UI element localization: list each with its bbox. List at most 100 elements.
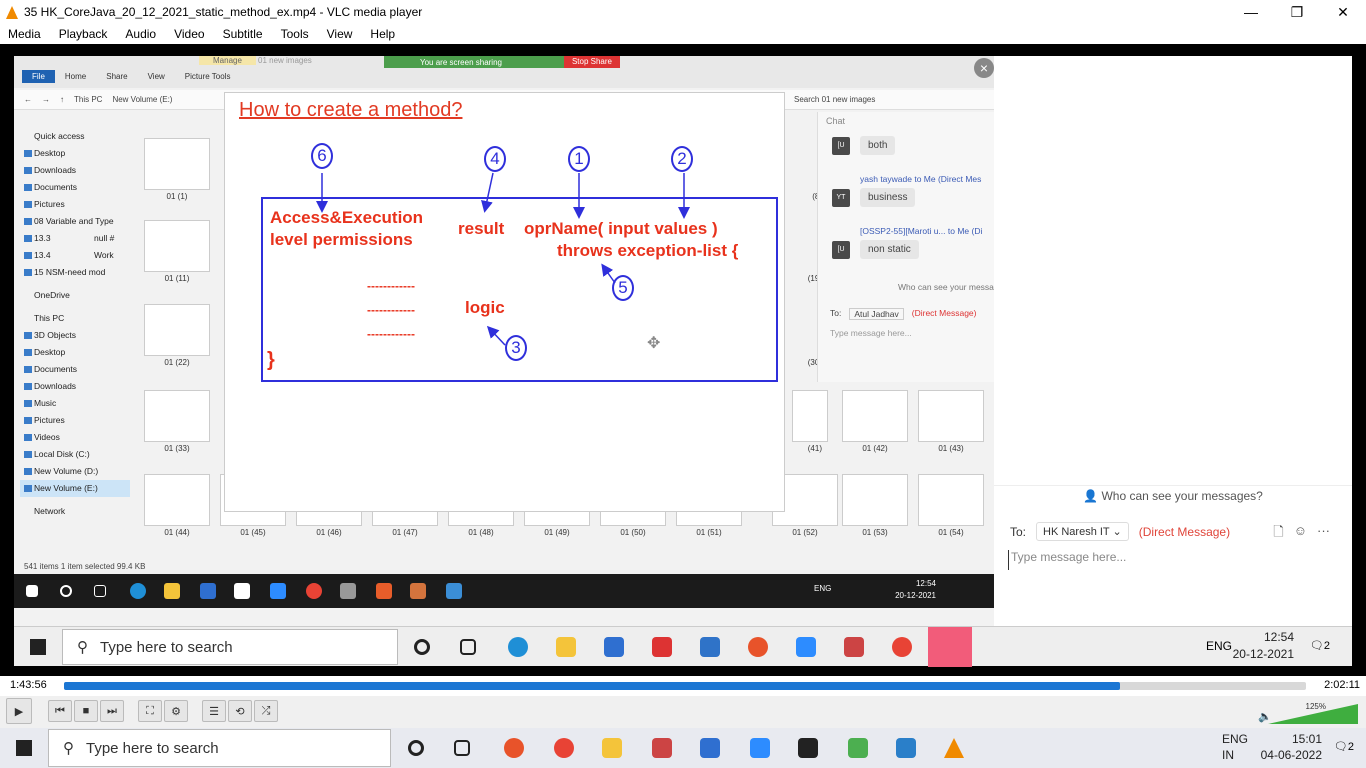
notification-icon[interactable]: 🗨2 [1334, 740, 1354, 753]
photos-icon[interactable] [446, 583, 462, 599]
maximize-button[interactable]: ❐ [1274, 0, 1320, 24]
tab-share[interactable]: Share [96, 70, 137, 83]
volume-slider[interactable] [1268, 704, 1358, 724]
task-view-icon[interactable] [94, 585, 106, 597]
nav-3d-objects[interactable]: 3D Objects [20, 327, 130, 344]
chrome-icon[interactable] [306, 583, 322, 599]
snip-icon[interactable] [652, 738, 672, 758]
breadcrumb-this-pc[interactable]: This PC [74, 95, 102, 104]
close-button[interactable]: ✕ [1320, 0, 1366, 24]
menu-tools[interactable]: Tools [281, 27, 309, 41]
rdp-clock[interactable]: 12:54 20-12-2021 [895, 578, 936, 602]
nav-volume-e[interactable]: New Volume (E:) [20, 480, 130, 497]
task-view-icon[interactable] [460, 639, 476, 655]
snip-icon[interactable] [844, 637, 864, 657]
cortana-icon[interactable] [408, 740, 424, 756]
cortana-icon[interactable] [60, 585, 72, 597]
store-icon[interactable] [604, 637, 624, 657]
host-search-box[interactable]: ⚲ Type here to search [48, 729, 391, 767]
mail-icon[interactable] [234, 583, 250, 599]
shuffle-button[interactable]: ⤮ [254, 700, 278, 722]
mail-icon[interactable] [700, 637, 720, 657]
chrome-icon[interactable] [892, 637, 912, 657]
menu-media[interactable]: Media [8, 27, 41, 41]
previous-button[interactable]: ⏮ [48, 700, 72, 722]
nav-08-variable[interactable]: 08 Variable and Type [20, 213, 130, 230]
nav-downloads[interactable]: Downloads [20, 162, 130, 179]
image-thumbnail[interactable] [144, 474, 210, 526]
play-button[interactable]: ▶ [6, 698, 32, 724]
close-share-icon[interactable]: × [974, 58, 994, 78]
seek-bar[interactable] [64, 682, 1306, 690]
minimize-button[interactable]: — [1228, 0, 1274, 24]
breadcrumb-volume[interactable]: New Volume (E:) [112, 95, 172, 104]
vlc-cone-icon[interactable] [944, 738, 964, 758]
zoom-icon[interactable] [750, 738, 770, 758]
image-thumbnail[interactable] [792, 390, 828, 442]
menu-subtitle[interactable]: Subtitle [223, 27, 263, 41]
image-thumbnail[interactable] [144, 304, 210, 356]
edge-icon[interactable] [130, 583, 146, 599]
next-button[interactable]: ⏭ [100, 700, 124, 722]
manage-tab[interactable]: Manage [199, 56, 256, 65]
nav-13-3[interactable]: 13.3 null # [20, 230, 130, 247]
loop-button[interactable]: ⟲ [228, 700, 252, 722]
video-search-box[interactable]: ⚲ Type here to search [62, 629, 398, 665]
menu-view[interactable]: View [327, 27, 353, 41]
host-clock[interactable]: 15:01 04-06-2022 [1261, 731, 1322, 763]
back-arrow-icon[interactable]: ← [24, 95, 32, 104]
gift-icon[interactable] [652, 637, 672, 657]
zoom-icon[interactable] [270, 583, 286, 599]
file-explorer-icon[interactable] [602, 738, 622, 758]
playlist-button[interactable]: ☰ [202, 700, 226, 722]
nav-desktop-2[interactable]: Desktop [20, 344, 130, 361]
file-explorer-icon[interactable] [164, 583, 180, 599]
stop-share-button[interactable]: Stop Share [563, 56, 620, 68]
windows-start-icon[interactable] [16, 740, 32, 756]
image-thumbnail[interactable] [918, 474, 984, 526]
more-icon[interactable]: ··· [1317, 523, 1330, 545]
record-icon[interactable] [504, 738, 524, 758]
video-clock[interactable]: 12:54 20-12-2021 [1233, 629, 1294, 663]
file-explorer-icon[interactable] [556, 637, 576, 657]
sticky-notes-icon[interactable] [798, 738, 818, 758]
tab-home[interactable]: Home [55, 70, 96, 83]
menu-video[interactable]: Video [174, 27, 204, 41]
fullscreen-button[interactable]: ⛶ [138, 700, 162, 722]
message-input[interactable]: Type message here... [1008, 550, 1338, 570]
app-icon[interactable] [410, 583, 426, 599]
nav-pictures[interactable]: Pictures [20, 196, 130, 213]
image-thumbnail[interactable] [144, 138, 210, 190]
nav-network[interactable]: Network [20, 503, 130, 520]
record-icon[interactable] [748, 637, 768, 657]
host-language[interactable]: ENG IN [1222, 731, 1248, 763]
nav-downloads-2[interactable]: Downloads [20, 378, 130, 395]
app-active-icon[interactable] [928, 627, 972, 667]
who-can-see[interactable]: Who can see your messag [898, 282, 994, 292]
store-icon[interactable] [200, 583, 216, 599]
explorer-search[interactable]: Search 01 new images [794, 95, 974, 104]
tab-view[interactable]: View [138, 70, 175, 83]
forward-arrow-icon[interactable]: → [42, 95, 50, 104]
menu-audio[interactable]: Audio [125, 27, 156, 41]
nav-15-nsm[interactable]: 15 NSM-need mod [20, 264, 130, 281]
tab-picture-tools[interactable]: Picture Tools [175, 70, 241, 83]
nav-onedrive[interactable]: OneDrive [20, 287, 130, 304]
nav-13-4[interactable]: 13.4 Work [20, 247, 130, 264]
image-thumbnail[interactable] [842, 474, 908, 526]
up-arrow-icon[interactable]: ↑ [60, 95, 64, 104]
nav-local-disk-c[interactable]: Local Disk (C:) [20, 446, 130, 463]
menu-help[interactable]: Help [370, 27, 395, 41]
recipient-dropdown[interactable]: HK Naresh IT ⌄ [1036, 522, 1129, 541]
extended-settings-button[interactable]: ⚙ [164, 700, 188, 722]
nav-pictures-2[interactable]: Pictures [20, 412, 130, 429]
cortana-icon[interactable] [414, 639, 430, 655]
chrome-icon[interactable] [554, 738, 574, 758]
zoom-icon[interactable] [796, 637, 816, 657]
paint-icon[interactable] [376, 583, 392, 599]
stop-button[interactable]: ■ [74, 700, 98, 722]
image-thumbnail[interactable] [144, 390, 210, 442]
emoji-icon[interactable]: ☺ [1294, 523, 1307, 545]
nav-this-pc[interactable]: This PC [20, 310, 130, 327]
photos-icon[interactable] [896, 738, 916, 758]
